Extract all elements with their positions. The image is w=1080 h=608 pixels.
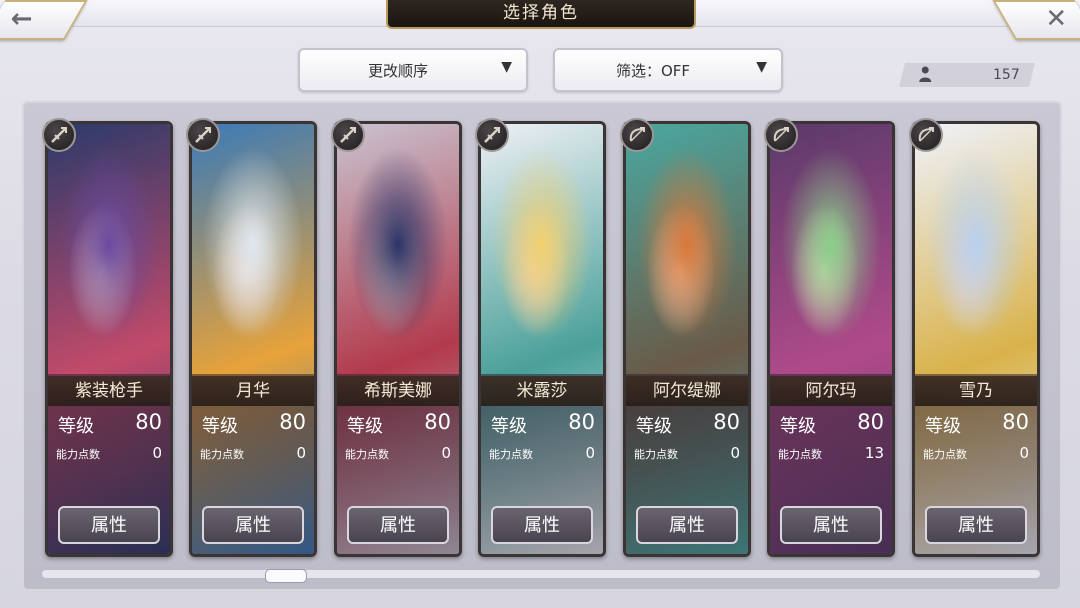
- attribute-button[interactable]: 属性: [636, 506, 738, 544]
- bow-class-icon: [909, 118, 943, 152]
- level-value: 80: [424, 410, 451, 434]
- ability-points-value: 0: [152, 444, 162, 462]
- ability-points-label: 能力点数: [200, 448, 244, 461]
- attribute-button[interactable]: 属性: [925, 506, 1027, 544]
- ability-points-value: 0: [730, 444, 740, 462]
- caret-down-icon: ▼: [756, 59, 767, 75]
- ability-points-label: 能力点数: [923, 448, 967, 461]
- level-label: 等级: [636, 416, 672, 437]
- close-button[interactable]: ✕: [992, 0, 1080, 40]
- level-row: 等级 80: [632, 410, 740, 438]
- attribute-button[interactable]: 属性: [780, 506, 882, 544]
- attribute-button[interactable]: 属性: [347, 506, 449, 544]
- ability-points-label: 能力点数: [634, 448, 678, 461]
- character-name: 雪乃: [915, 376, 1037, 406]
- level-value: 80: [857, 410, 884, 434]
- character-name: 阿尔玛: [770, 376, 892, 406]
- level-label: 等级: [58, 416, 94, 437]
- character-card[interactable]: 月华等级 80 能力点数 0 属性: [189, 121, 317, 557]
- ability-points-value: 0: [296, 444, 306, 462]
- level-row: 等级 80: [198, 410, 306, 438]
- level-label: 等级: [491, 416, 527, 437]
- ability-points-label: 能力点数: [345, 448, 389, 461]
- ability-points-label: 能力点数: [489, 448, 533, 461]
- filter-label: 筛选：OFF: [615, 62, 691, 80]
- bow-class-icon: [620, 118, 654, 152]
- character-card[interactable]: 阿尔缇娜等级 80 能力点数 0 属性: [623, 121, 751, 557]
- level-value: 80: [135, 410, 162, 434]
- level-value: 80: [1002, 410, 1029, 434]
- ability-points-value: 0: [1019, 444, 1029, 462]
- filter-dropdown[interactable]: 筛选：OFF ▼: [553, 48, 783, 92]
- character-name: 希斯美娜: [337, 376, 459, 406]
- ability-points-value: 0: [441, 444, 451, 462]
- back-arrow-icon: ←: [10, 4, 33, 34]
- caret-down-icon: ▼: [501, 59, 512, 75]
- bow-class-icon: [764, 118, 798, 152]
- level-label: 等级: [347, 416, 383, 437]
- scrollbar-thumb[interactable]: [265, 569, 307, 583]
- ability-points-value: 0: [585, 444, 595, 462]
- character-card[interactable]: 阿尔玛等级 80 能力点数 13 属性: [767, 121, 895, 557]
- level-row: 等级 80: [54, 410, 162, 438]
- attribute-button[interactable]: 属性: [202, 506, 304, 544]
- sort-order-label: 更改顺序: [367, 62, 428, 80]
- close-icon: ✕: [1045, 4, 1068, 34]
- person-icon: [919, 66, 932, 82]
- level-label: 等级: [202, 416, 238, 437]
- ability-points-row: 能力点数 0: [54, 444, 162, 464]
- level-row: 等级 80: [921, 410, 1029, 438]
- character-card[interactable]: 雪乃等级 80 能力点数 0 属性: [912, 121, 1040, 557]
- character-name: 紫装枪手: [48, 376, 170, 406]
- ability-points-row: 能力点数 0: [487, 444, 595, 464]
- ability-points-row: 能力点数 0: [343, 444, 451, 464]
- level-value: 80: [279, 410, 306, 434]
- character-count-box: 157: [899, 63, 1035, 87]
- ability-points-row: 能力点数 13: [776, 444, 884, 464]
- sort-order-dropdown[interactable]: 更改顺序 ▼: [298, 48, 528, 92]
- ability-points-row: 能力点数 0: [198, 444, 306, 464]
- page-title: 选择角色: [386, 0, 696, 29]
- horizontal-scrollbar[interactable]: [42, 570, 1040, 578]
- level-label: 等级: [925, 416, 961, 437]
- attribute-button[interactable]: 属性: [58, 506, 160, 544]
- ability-points-value: 13: [864, 444, 884, 462]
- gun-class-icon: [186, 118, 220, 152]
- ability-points-label: 能力点数: [56, 448, 100, 461]
- level-value: 80: [713, 410, 740, 434]
- level-label: 等级: [780, 416, 816, 437]
- character-card[interactable]: 紫装枪手等级 80 能力点数 0 属性: [45, 121, 173, 557]
- character-card[interactable]: 米露莎等级 80 能力点数 0 属性: [478, 121, 606, 557]
- level-row: 等级 80: [487, 410, 595, 438]
- character-name: 阿尔缇娜: [626, 376, 748, 406]
- level-value: 80: [568, 410, 595, 434]
- ability-points-label: 能力点数: [778, 448, 822, 461]
- character-count: 157: [993, 67, 1020, 83]
- level-row: 等级 80: [776, 410, 884, 438]
- level-row: 等级 80: [343, 410, 451, 438]
- attribute-button[interactable]: 属性: [491, 506, 593, 544]
- gun-class-icon: [475, 118, 509, 152]
- ability-points-row: 能力点数 0: [632, 444, 740, 464]
- character-name: 月华: [192, 376, 314, 406]
- ability-points-row: 能力点数 0: [921, 444, 1029, 464]
- back-button[interactable]: ←: [0, 0, 88, 40]
- character-card[interactable]: 希斯美娜等级 80 能力点数 0 属性: [334, 121, 462, 557]
- gun-class-icon: [42, 118, 76, 152]
- gun-class-icon: [331, 118, 365, 152]
- character-name: 米露莎: [481, 376, 603, 406]
